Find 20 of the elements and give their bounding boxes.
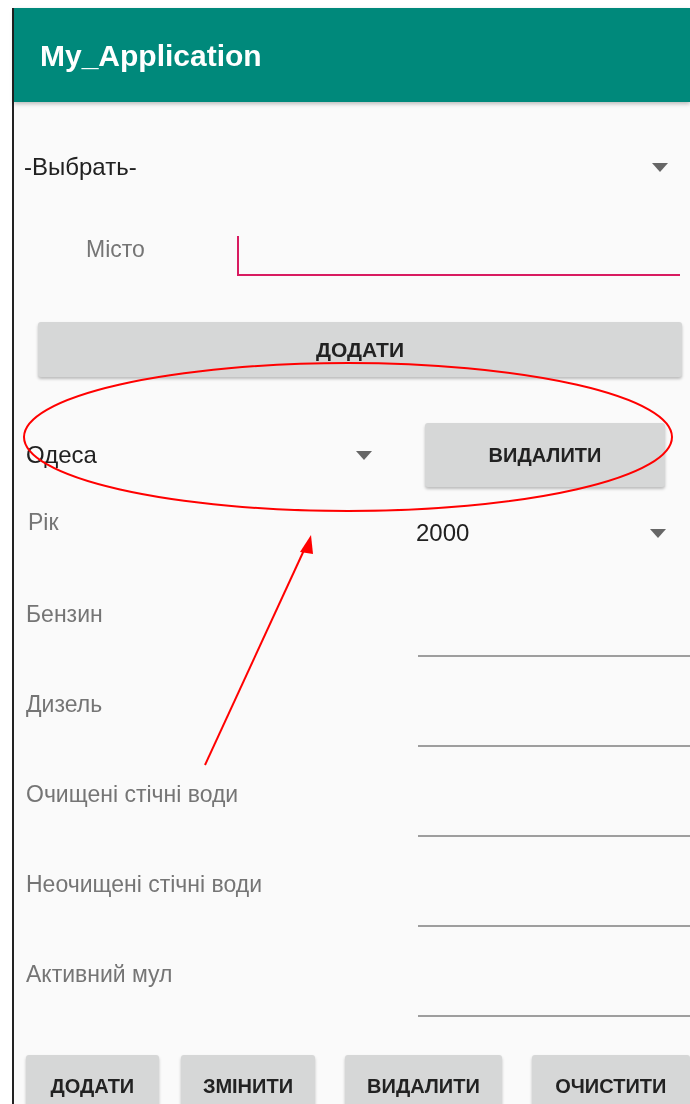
field-label: Бензин bbox=[26, 600, 103, 629]
app-title: My_Application bbox=[40, 37, 262, 74]
dropdown-arrow-icon[interactable] bbox=[356, 450, 372, 460]
field-label: Дизель bbox=[26, 690, 103, 719]
action-button[interactable]: ЗМІНИТИ bbox=[180, 1055, 316, 1104]
field-label: Місто bbox=[86, 234, 145, 264]
field-label: Неочищені стічні води bbox=[26, 870, 263, 899]
input-field[interactable] bbox=[236, 236, 680, 276]
action-button[interactable]: ВИДАЛИТИ bbox=[345, 1055, 502, 1104]
dropdown-value[interactable]: -Выбрать- bbox=[24, 149, 137, 185]
dropdown-arrow-icon[interactable] bbox=[652, 162, 668, 172]
field-label: Очищені стічні води bbox=[26, 780, 239, 809]
dropdown-arrow-icon[interactable] bbox=[650, 528, 666, 538]
action-button[interactable]: ДОДАТИ bbox=[26, 1055, 159, 1104]
action-button[interactable]: ОЧИСТИТИ bbox=[531, 1055, 690, 1104]
field-label: Активний мул bbox=[26, 960, 173, 989]
delete-button[interactable]: ВИДАЛИТИ bbox=[425, 423, 665, 487]
add-button[interactable]: ДОДАТИ bbox=[38, 322, 682, 377]
field-label: Рік bbox=[28, 508, 59, 537]
dropdown-value[interactable]: 2000 bbox=[416, 515, 470, 551]
